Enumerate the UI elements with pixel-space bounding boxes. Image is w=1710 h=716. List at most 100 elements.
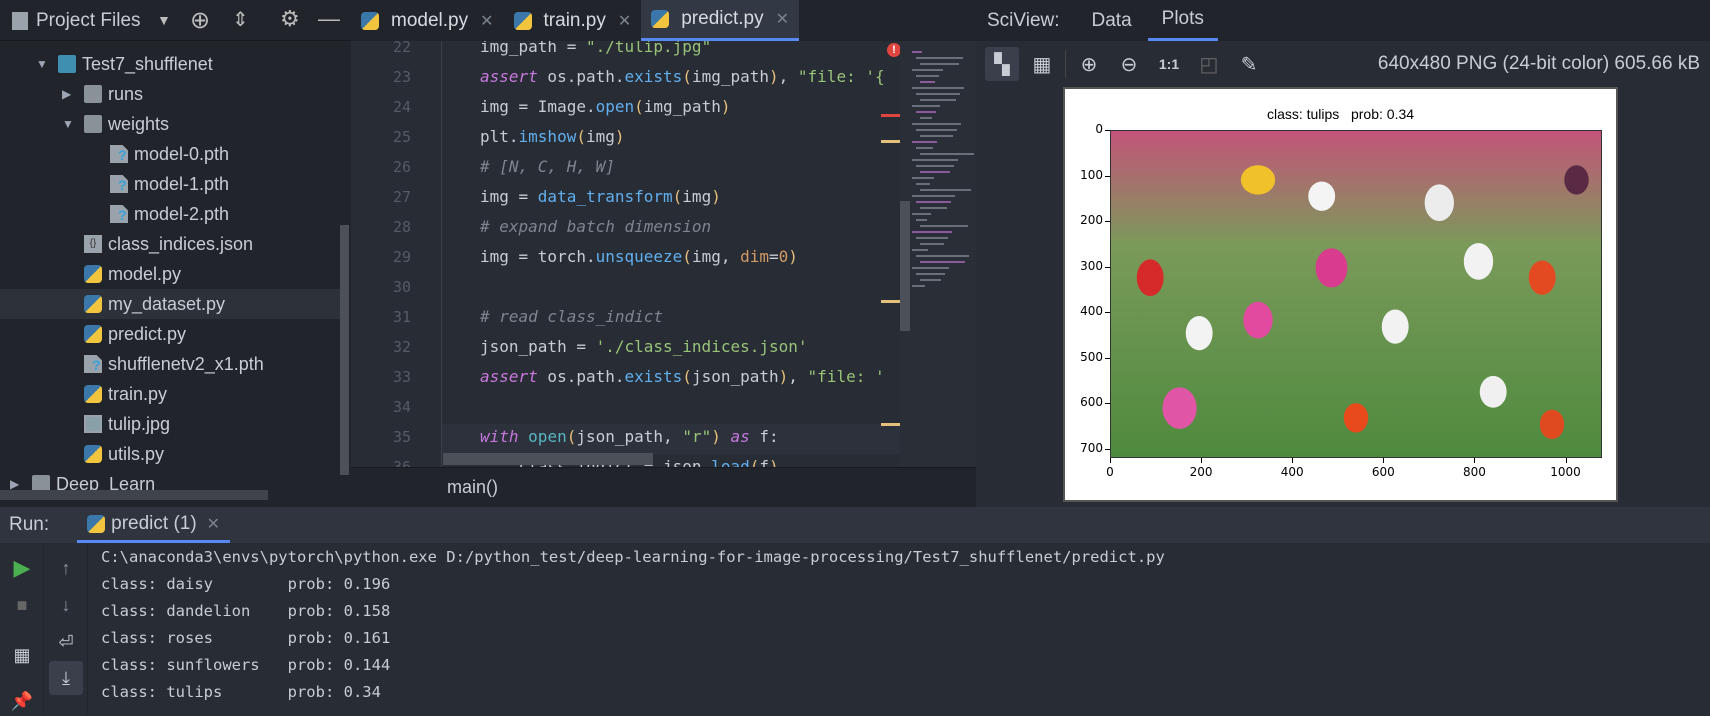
soft-wrap-icon[interactable]: ⏎ xyxy=(51,627,81,657)
pin-icon[interactable]: 📌 xyxy=(7,686,37,716)
code-line: img = torch.unsqueeze(img, dim=0) xyxy=(480,247,798,266)
minimap-line xyxy=(912,231,952,233)
code-token: img_path xyxy=(643,97,721,116)
x-tick-mark xyxy=(1565,458,1567,463)
code-token: ) xyxy=(778,367,789,386)
tab-label: train.py xyxy=(543,9,606,31)
rerun-icon[interactable]: ▶ xyxy=(7,553,37,583)
tree-item[interactable]: tulip.jpg xyxy=(0,409,340,439)
minimize-icon[interactable]: — xyxy=(318,6,340,32)
code-editor[interactable]: 22 img_path = "./tulip.jpg" 23 assert os.pa… xyxy=(351,41,976,467)
unknown-file-icon xyxy=(110,175,128,193)
arrow-up-icon[interactable]: ↑ xyxy=(51,553,81,583)
gear-icon[interactable]: ⚙ xyxy=(280,6,300,32)
fit-icon[interactable]: ◰ xyxy=(1192,47,1226,81)
tree-item[interactable]: my_dataset.py xyxy=(0,289,340,319)
tree-item[interactable]: shufflenetv2_x1.pth xyxy=(0,349,340,379)
tab-train-py[interactable]: train.py ✕ xyxy=(504,0,642,41)
code-token: # read class_indict xyxy=(480,307,664,326)
zoom-out-icon[interactable]: ⊖ xyxy=(1112,47,1146,81)
arrow-down-icon[interactable]: ↓ xyxy=(51,590,81,620)
sciview-toolbar: ▚ ▦ ⊕ ⊖ 1:1 ◰ ✎ 640x480 PNG (24-bit colo… xyxy=(976,41,1710,87)
python-icon xyxy=(87,514,106,533)
tree-item[interactable]: ▶ runs xyxy=(0,79,340,109)
tab-model-py[interactable]: model.py ✕ xyxy=(351,0,504,41)
code-token: 0 xyxy=(778,247,789,266)
line-number: 28 xyxy=(392,218,411,236)
tree-item[interactable]: model.py xyxy=(0,259,340,289)
tree-item[interactable]: model-0.pth xyxy=(0,139,340,169)
crosshair-icon[interactable]: ⊕ xyxy=(190,6,210,35)
stop-icon[interactable]: ■ xyxy=(7,590,37,620)
error-icon: ! xyxy=(887,43,901,57)
console-line: C:\anaconda3\envs\pytorch\python.exe D:/… xyxy=(101,548,1165,566)
close-icon[interactable]: ✕ xyxy=(480,11,493,31)
close-icon[interactable]: ✕ xyxy=(618,11,631,31)
horizontal-scrollbar[interactable] xyxy=(443,453,653,465)
y-tick-mark xyxy=(1105,266,1110,268)
project-files-dropdown[interactable]: Project Files xyxy=(36,10,141,32)
code-token: imshow xyxy=(518,127,577,146)
tree-item[interactable]: predict.py xyxy=(0,319,340,349)
run-toolwindow-header: Run: predict (1) ✕ xyxy=(0,507,1710,543)
close-icon[interactable]: ✕ xyxy=(207,514,220,534)
collapse-icon[interactable]: ⇕ xyxy=(232,7,249,32)
tab-label: predict.py xyxy=(681,8,764,29)
code-token: data_transform xyxy=(537,187,673,206)
minimap[interactable] xyxy=(900,41,976,467)
tab-plots[interactable]: Plots xyxy=(1147,0,1218,41)
chevron-down-icon[interactable]: ▼ xyxy=(62,117,76,131)
x-tick-mark xyxy=(1292,458,1294,463)
breadcrumb[interactable]: main() xyxy=(447,477,498,498)
line-number: 25 xyxy=(392,128,411,146)
folder-icon xyxy=(12,12,28,30)
minimap-line xyxy=(912,159,958,161)
python-file-icon xyxy=(84,385,102,403)
tree-item[interactable]: {} class_indices.json xyxy=(0,229,340,259)
x-tick-label: 0 xyxy=(1106,465,1114,479)
error-marker xyxy=(881,114,901,117)
chevron-right-icon[interactable]: ▶ xyxy=(10,477,24,491)
tree-item[interactable]: train.py xyxy=(0,379,340,409)
run-tab-label: predict (1) xyxy=(111,512,197,534)
tree-item[interactable]: ▼ Test7_shufflenet xyxy=(0,49,340,79)
code-token: os.path. xyxy=(537,67,625,86)
run-toolbar-secondary: ↑ ↓ ⏎ ⤓ xyxy=(44,543,88,714)
line-number: 35 xyxy=(392,428,411,446)
minimap-line xyxy=(916,129,957,131)
chevron-down-icon[interactable]: ▼ xyxy=(157,12,171,28)
layout-icon[interactable]: ▦ xyxy=(7,640,37,670)
grid-icon[interactable]: ▦ xyxy=(1025,47,1059,81)
code-token: as xyxy=(730,427,750,446)
actual-size-button[interactable]: 1:1 xyxy=(1152,47,1186,81)
color-picker-icon[interactable]: ✎ xyxy=(1232,47,1266,81)
close-icon[interactable]: ✕ xyxy=(776,9,789,29)
minimap-line xyxy=(916,237,948,239)
tab-data[interactable]: Data xyxy=(1082,0,1142,41)
tulip-photo xyxy=(1110,130,1602,458)
transparency-icon[interactable]: ▚ xyxy=(985,47,1019,81)
warning-marker xyxy=(881,300,901,303)
tree-item[interactable]: ▼ weights xyxy=(0,109,340,139)
zoom-in-icon[interactable]: ⊕ xyxy=(1072,47,1106,81)
run-toolbar-primary: ▶ ■ ▦ 📌 xyxy=(0,543,44,714)
sidebar-h-scrollbar[interactable] xyxy=(0,490,268,500)
tree-item[interactable]: model-2.pth xyxy=(0,199,340,229)
code-line: img = Image.open(img_path) xyxy=(480,97,730,116)
scroll-to-end-icon[interactable]: ⤓ xyxy=(49,661,83,695)
code-token: "file: '{ xyxy=(797,67,885,86)
tree-item-label: shufflenetv2_x1.pth xyxy=(108,353,264,374)
tree-item[interactable]: model-1.pth xyxy=(0,169,340,199)
tab-run-predict[interactable]: predict (1) ✕ xyxy=(77,507,231,543)
console-line: class: sunflowers prob: 0.144 xyxy=(101,656,391,674)
chevron-right-icon[interactable]: ▶ xyxy=(62,87,76,101)
tree-item[interactable]: utils.py xyxy=(0,439,340,469)
chevron-down-icon[interactable]: ▼ xyxy=(36,57,50,71)
sidebar-scrollbar[interactable] xyxy=(340,225,349,475)
minimap-viewport[interactable] xyxy=(900,201,910,331)
code-token: img xyxy=(682,187,712,206)
tab-predict-py[interactable]: predict.py ✕ xyxy=(641,0,800,41)
plot-image[interactable]: class: tulips prob: 0.34 0 200 400 600 800 10… xyxy=(1063,87,1618,502)
run-console[interactable]: ▶ ■ ▦ 📌 ↑ ↓ ⏎ ⤓ C:\anaconda3\envs\pytorc… xyxy=(0,543,1710,714)
minimap-line xyxy=(912,285,925,287)
